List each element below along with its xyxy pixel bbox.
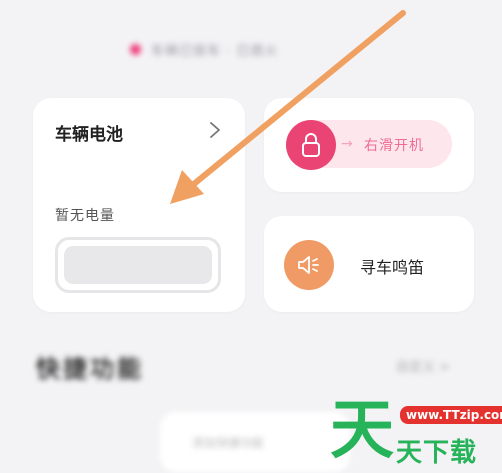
- slide-to-unlock-label: 右滑开机: [364, 138, 424, 154]
- lock-icon: [302, 133, 320, 157]
- quick-functions-title: 快捷功能: [36, 355, 144, 383]
- horn-icon: [298, 256, 319, 274]
- battery-status-text: 暂无电量: [55, 208, 115, 224]
- add-quick-function-label: 添加快捷功能: [192, 436, 265, 450]
- horn-button[interactable]: [284, 240, 334, 290]
- horn-card[interactable]: 寻车鸣笛: [264, 216, 474, 312]
- customize-link[interactable]: 自定义 >: [396, 356, 450, 375]
- battery-indicator: [55, 237, 221, 293]
- battery-card[interactable]: 车辆电池 暂无电量: [33, 98, 245, 312]
- lock-button[interactable]: [286, 120, 336, 170]
- chevron-right-icon[interactable]: [205, 120, 225, 140]
- status-text: 车辆已锁车 · 已熄火: [151, 43, 279, 59]
- slide-to-unlock[interactable]: → 右滑开机: [286, 120, 452, 170]
- slide-arrow-icon: →: [341, 136, 353, 152]
- status-dot: [130, 43, 141, 55]
- watermark-glyph: 天: [330, 394, 394, 468]
- watermark-url: www.TTzip.com: [400, 406, 502, 424]
- status-line: 车辆已锁车 · 已熄火: [130, 38, 360, 60]
- horn-label: 寻车鸣笛: [360, 258, 425, 277]
- watermark-logo: 天 www.TTzip.com 天下载: [330, 392, 502, 472]
- watermark-site: 天下载: [396, 438, 478, 468]
- battery-card-title: 车辆电池: [55, 125, 123, 145]
- unlock-card: → 右滑开机: [264, 98, 474, 192]
- battery-level-fill: [64, 246, 212, 284]
- add-quick-function-button[interactable]: 添加快捷功能: [160, 412, 350, 472]
